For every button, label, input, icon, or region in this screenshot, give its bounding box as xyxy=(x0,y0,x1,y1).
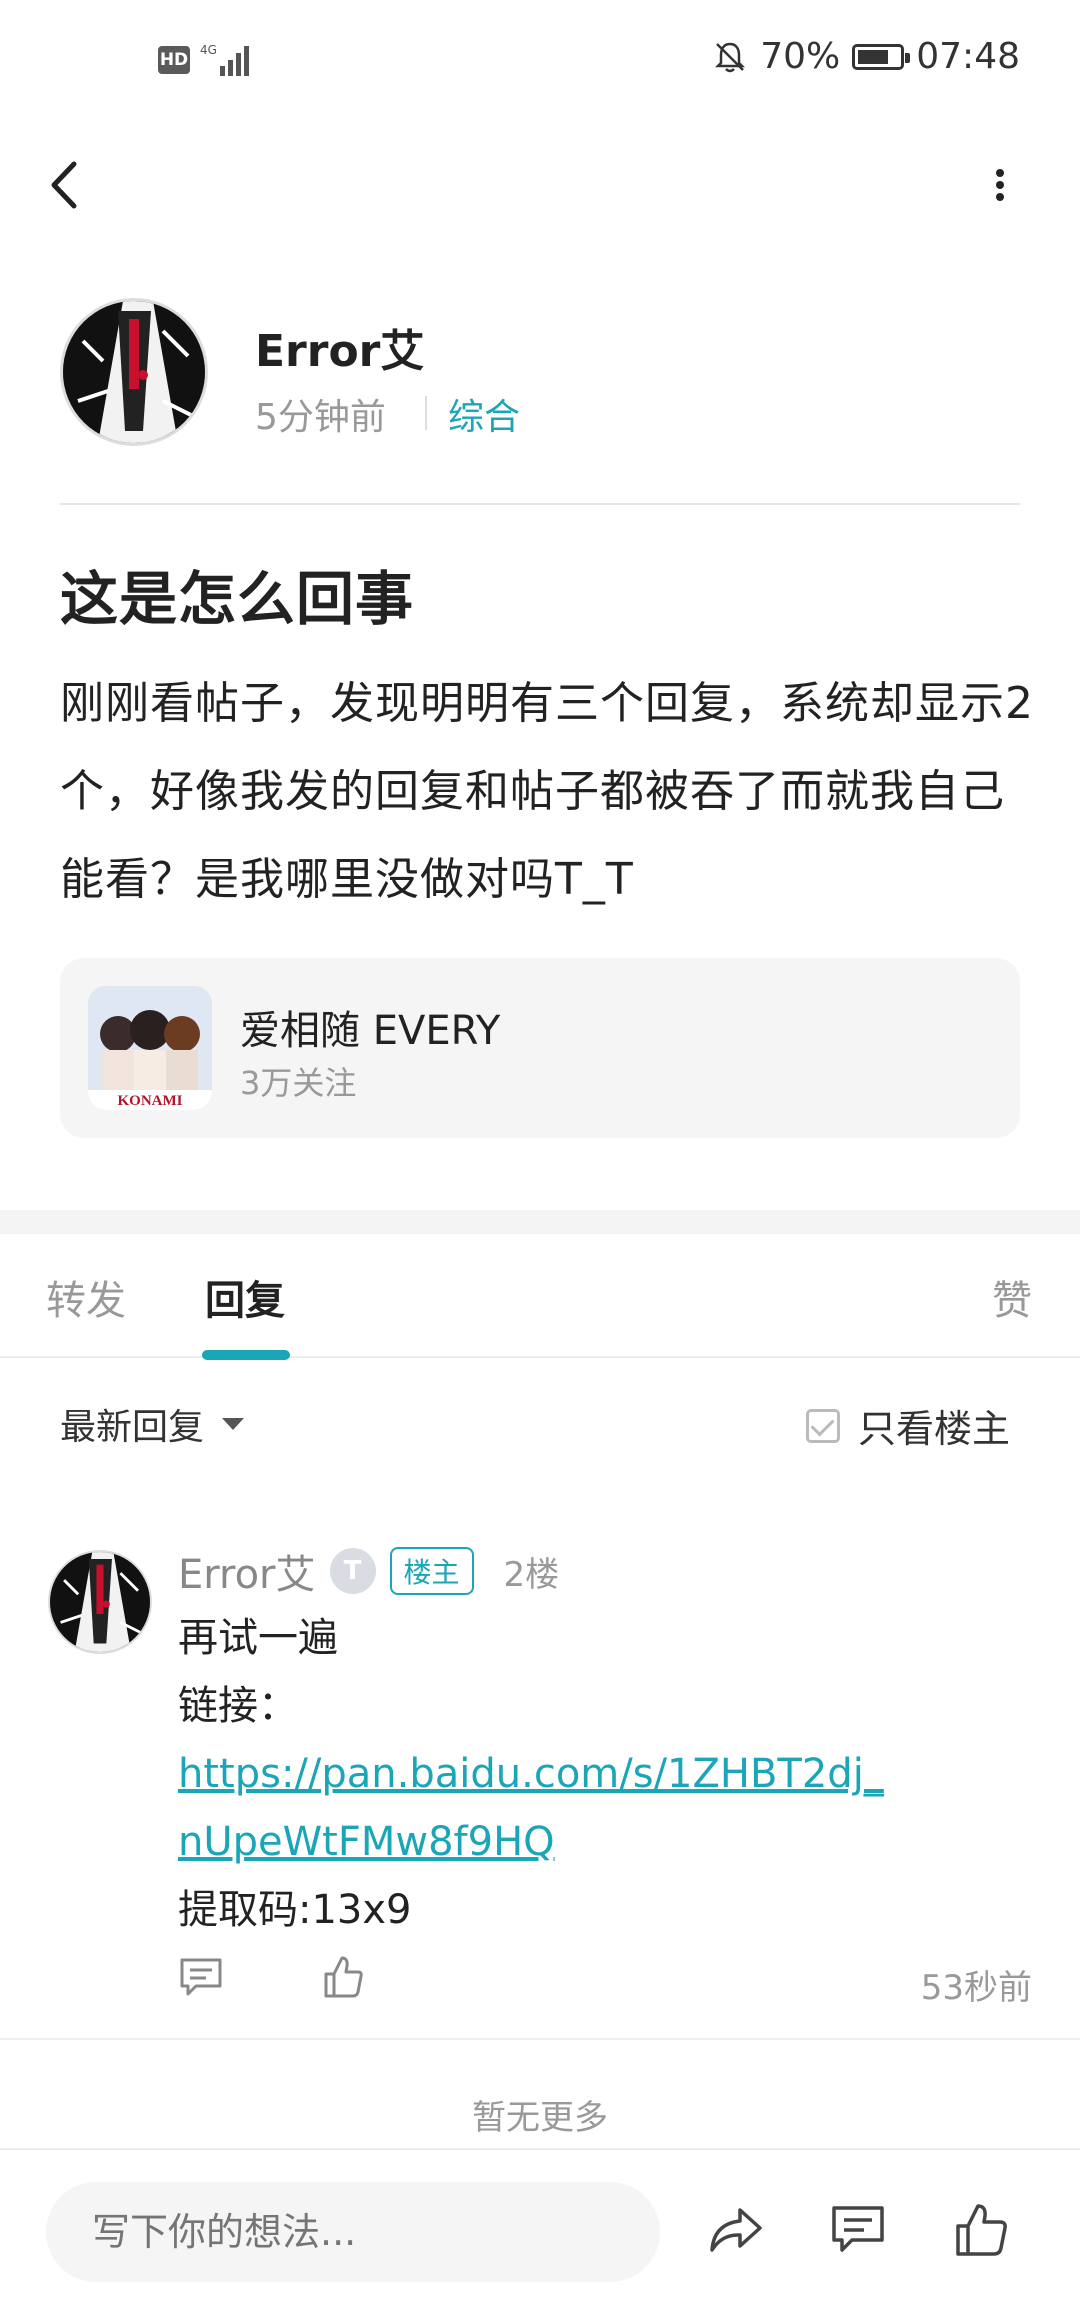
reply-line: 链接： xyxy=(178,1683,298,1729)
forum-name: 爱相随 EVERY xyxy=(240,1008,501,1054)
op-badge: 楼主 xyxy=(389,1547,474,1595)
share-icon[interactable] xyxy=(706,2200,766,2260)
tab-forward[interactable]: 转发 xyxy=(46,1268,126,1326)
tab-like[interactable]: 赞 xyxy=(992,1268,1032,1326)
avatar-art-icon xyxy=(63,301,205,443)
reply-line: 再试一遍 xyxy=(178,1615,338,1661)
signal-icon: 4G xyxy=(200,43,249,76)
back-arrow-icon[interactable] xyxy=(40,150,90,220)
level-badge: T xyxy=(329,1548,376,1594)
reply-avatar[interactable] xyxy=(48,1550,152,1654)
sort-label: 最新回复 xyxy=(60,1407,205,1448)
post-category[interactable]: 综合 xyxy=(448,388,520,440)
reply-time: 53秒前 xyxy=(920,1968,1032,2008)
svg-text:4G: 4G xyxy=(200,43,217,57)
no-more-label: 暂无更多 xyxy=(472,2098,608,2138)
author-name[interactable]: Error艾 xyxy=(255,315,424,379)
avatar-art-icon xyxy=(50,1552,150,1652)
only-op-toggle[interactable]: 只看楼主 xyxy=(806,1398,1010,1453)
comment-input[interactable] xyxy=(46,2182,660,2282)
mute-bell-icon xyxy=(715,42,746,72)
sort-dropdown[interactable]: 最新回复 xyxy=(60,1398,245,1450)
author-avatar[interactable] xyxy=(60,298,208,446)
reply-header: Error艾 T 楼主 2楼 xyxy=(178,1542,559,1600)
battery-icon xyxy=(852,43,911,70)
only-op-label: 只看楼主 xyxy=(858,1407,1011,1451)
checkbox-icon[interactable] xyxy=(806,1408,840,1443)
game-cover-icon: KONAMI xyxy=(88,986,212,1110)
post-body: 刚刚看帖子，发现明明有三个回复，系统却显示2个，好像我发的回复和帖子都被吞了而就… xyxy=(60,678,1034,905)
reply-line: 提取码:13x9 xyxy=(178,1887,412,1933)
caret-down-icon xyxy=(222,1418,245,1430)
tab-indicator xyxy=(202,1350,290,1360)
comment-icon[interactable] xyxy=(178,1954,224,2000)
thumbs-up-icon[interactable] xyxy=(320,1954,366,2000)
tab-reply[interactable]: 回复 xyxy=(205,1268,285,1326)
reply-username[interactable]: Error艾 xyxy=(178,1542,316,1600)
svg-text:KONAMI: KONAMI xyxy=(118,1093,183,1109)
thumbs-up-icon[interactable] xyxy=(952,2200,1012,2260)
meta-separator xyxy=(425,396,427,430)
header-divider xyxy=(60,503,1020,505)
status-right: 70% 07:48 xyxy=(712,36,1020,77)
battery-percent: 70% xyxy=(760,36,841,77)
more-options-icon[interactable] xyxy=(975,150,1025,220)
post-time: 5分钟前 xyxy=(255,397,386,438)
comment-icon[interactable] xyxy=(828,2200,888,2260)
post-title: 这是怎么回事 xyxy=(60,565,415,633)
status-bar: HD 4G 70% 07:48 xyxy=(0,0,1080,125)
hd-indicator: HD xyxy=(158,46,190,74)
section-gap xyxy=(0,1210,1080,1234)
bottom-bar xyxy=(0,2148,1080,2310)
forum-followers: 3万关注 xyxy=(240,1064,357,1102)
forum-card[interactable]: KONAMI 爱相随 EVERY 3万关注 xyxy=(60,958,1020,1138)
floor-number: 2楼 xyxy=(503,1554,560,1595)
reply-link[interactable]: https://pan.baidu.com/s/1ZHBT2dj_nUpeWtF… xyxy=(178,1740,898,1876)
clock: 07:48 xyxy=(916,36,1020,77)
reply-divider xyxy=(0,2038,1080,2040)
tabs-divider xyxy=(0,1356,1080,1358)
reply-content: 再试一遍 链接： https://pan.baidu.com/s/1ZHBT2d… xyxy=(178,1604,898,1944)
forum-icon: KONAMI xyxy=(88,986,212,1110)
